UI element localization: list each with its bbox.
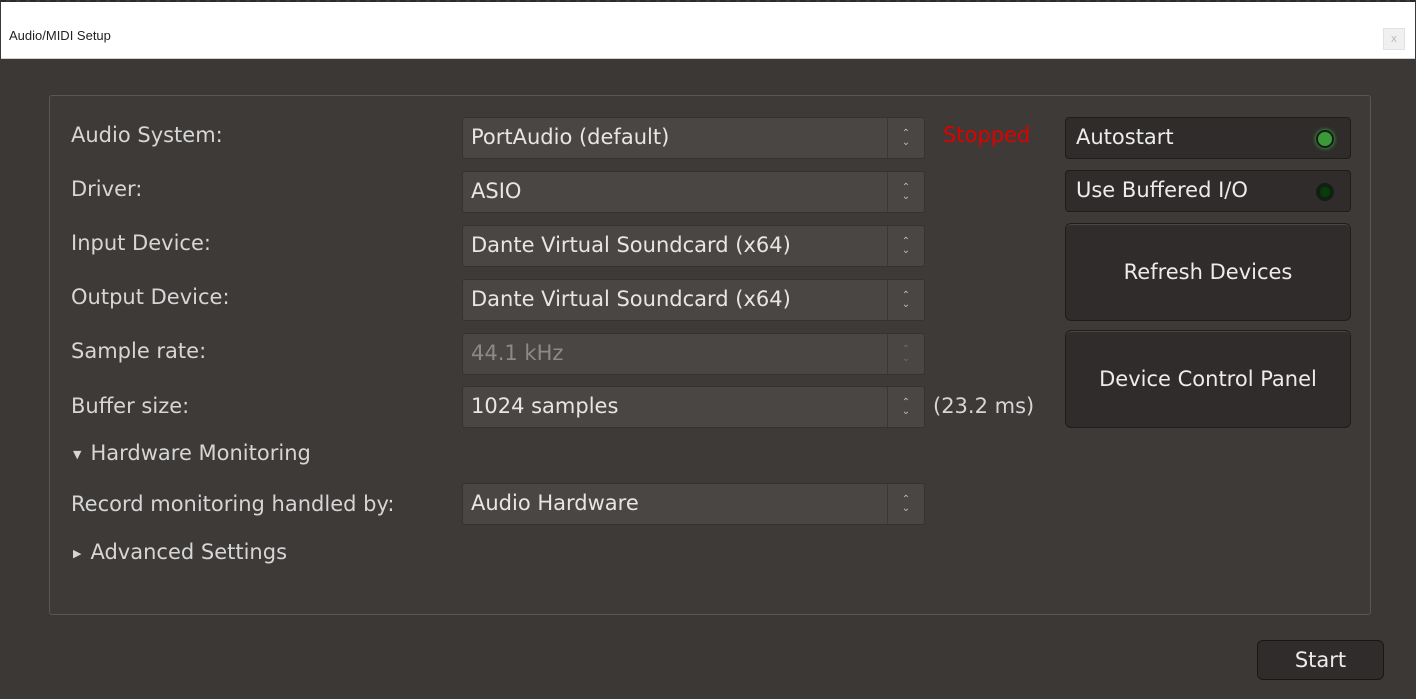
up-down-chevron-icon: ⌃ ⌄	[887, 280, 924, 320]
buffered-io-label: Use Buffered I/O	[1076, 178, 1248, 202]
up-down-chevron-icon: ⌃ ⌄	[887, 484, 924, 524]
input-device-label: Input Device:	[71, 231, 211, 255]
output-device-value: Dante Virtual Soundcard (x64)	[471, 287, 791, 311]
close-button[interactable]: x	[1383, 28, 1405, 50]
autostart-label: Autostart	[1076, 125, 1174, 149]
device-control-panel-button[interactable]: Device Control Panel	[1065, 330, 1351, 428]
up-down-chevron-icon: ⌃ ⌄	[887, 226, 924, 266]
sample-rate-select: 44.1 kHz ⌃ ⌄	[462, 333, 925, 375]
advanced-settings-label: Advanced Settings	[90, 540, 288, 564]
record-monitoring-label: Record monitoring handled by:	[71, 492, 395, 516]
triangle-right-icon: ▶	[73, 547, 82, 560]
sample-rate-label: Sample rate:	[71, 339, 207, 363]
window-title: Audio/MIDI Setup	[9, 28, 111, 43]
up-down-chevron-icon: ⌃ ⌄	[887, 118, 924, 158]
output-device-select[interactable]: Dante Virtual Soundcard (x64) ⌃ ⌄	[462, 279, 925, 321]
driver-value: ASIO	[471, 179, 522, 203]
up-down-chevron-icon: ⌃ ⌄	[887, 172, 924, 212]
triangle-down-icon: ▼	[73, 448, 82, 461]
buffer-size-value: 1024 samples	[471, 394, 619, 418]
audio-midi-setup-window: Audio/MIDI Setup x Audio System: PortAud…	[0, 0, 1416, 699]
audio-system-value: PortAudio (default)	[471, 125, 670, 149]
output-device-label: Output Device:	[71, 285, 230, 309]
up-down-chevron-icon: ⌃ ⌄	[887, 334, 924, 374]
start-button[interactable]: Start	[1257, 640, 1384, 680]
hardware-monitoring-expander[interactable]: ▼ Hardware Monitoring	[73, 441, 311, 465]
autostart-toggle[interactable]: Autostart	[1065, 117, 1351, 159]
input-device-value: Dante Virtual Soundcard (x64)	[471, 233, 791, 257]
buffer-size-select[interactable]: 1024 samples ⌃ ⌄	[462, 386, 925, 428]
record-monitoring-select[interactable]: Audio Hardware ⌃ ⌄	[462, 483, 925, 525]
up-down-chevron-icon: ⌃ ⌄	[887, 387, 924, 427]
title-bar[interactable]: Audio/MIDI Setup x	[1, 2, 1415, 59]
hardware-monitoring-label: Hardware Monitoring	[90, 441, 311, 465]
audio-system-select[interactable]: PortAudio (default) ⌃ ⌄	[462, 117, 925, 159]
led-indicator-icon	[1316, 183, 1334, 201]
latency-readout: (23.2 ms)	[933, 394, 1035, 418]
audio-system-label: Audio System:	[71, 123, 223, 147]
buffered-io-toggle[interactable]: Use Buffered I/O	[1065, 170, 1351, 212]
led-indicator-icon	[1316, 130, 1334, 148]
engine-status: Stopped	[943, 123, 1031, 147]
close-icon: x	[1390, 32, 1398, 45]
advanced-settings-expander[interactable]: ▶ Advanced Settings	[73, 540, 287, 564]
input-device-select[interactable]: Dante Virtual Soundcard (x64) ⌃ ⌄	[462, 225, 925, 267]
record-monitoring-value: Audio Hardware	[471, 491, 639, 515]
driver-label: Driver:	[71, 177, 143, 201]
refresh-devices-button[interactable]: Refresh Devices	[1065, 223, 1351, 321]
sample-rate-value: 44.1 kHz	[471, 341, 564, 365]
driver-select[interactable]: ASIO ⌃ ⌄	[462, 171, 925, 213]
buffer-size-label: Buffer size:	[71, 394, 190, 418]
